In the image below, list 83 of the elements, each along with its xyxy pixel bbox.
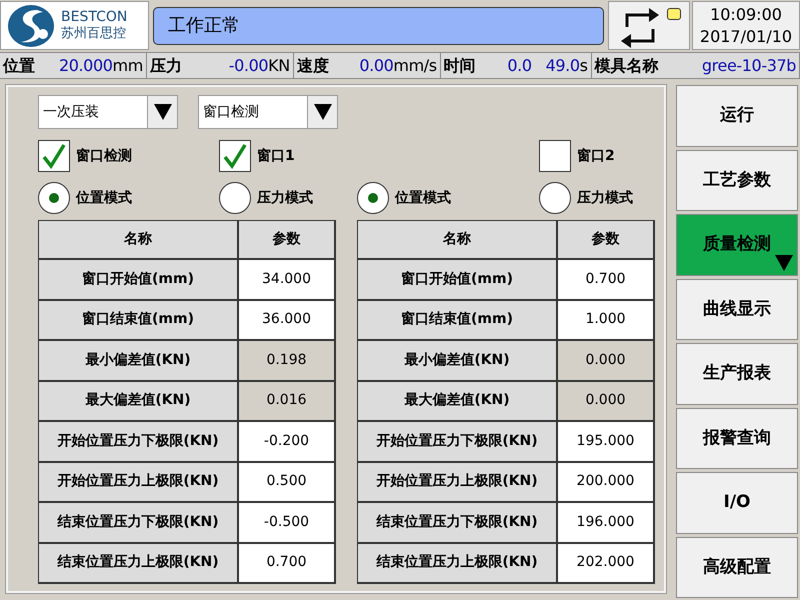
nav-button[interactable]: 高级配置 bbox=[676, 536, 798, 598]
clock-date: 2017/01/10 bbox=[700, 26, 792, 48]
parameter-value[interactable]: -0.200 bbox=[239, 422, 336, 462]
indicator-light-icon bbox=[667, 8, 681, 20]
parameter-value[interactable]: 195.000 bbox=[558, 422, 655, 462]
radio-label: 压力模式 bbox=[257, 188, 313, 208]
parameter-value: 0.198 bbox=[239, 341, 336, 382]
parameter-value[interactable]: 34.000 bbox=[239, 260, 336, 300]
nav-button[interactable]: 生产报表 bbox=[676, 343, 798, 404]
checkbox-label: 窗口2 bbox=[577, 146, 615, 166]
status-value: 20.000mm bbox=[58, 54, 143, 76]
parameter-value: 0.016 bbox=[239, 382, 336, 422]
parameter-value[interactable]: -0.500 bbox=[239, 503, 336, 544]
checkbox[interactable] bbox=[38, 140, 70, 172]
status-value: gree-10-37b bbox=[700, 54, 796, 76]
radio-button[interactable] bbox=[357, 182, 389, 214]
parameter-value[interactable]: 0.700 bbox=[558, 260, 655, 300]
status-label: 速度 bbox=[296, 54, 329, 76]
logo-icon bbox=[7, 4, 55, 48]
parameter-value[interactable]: 200.000 bbox=[558, 462, 655, 503]
status-message: 工作正常 bbox=[153, 6, 604, 44]
submenu-caret-icon bbox=[775, 254, 793, 270]
parameter-name: 结束位置压力上极限(KN) bbox=[358, 544, 558, 584]
radio-button[interactable] bbox=[219, 182, 251, 214]
radio-button[interactable] bbox=[539, 182, 571, 214]
status-value: 0.0 bbox=[506, 54, 532, 76]
nav-button[interactable]: 报警查询 bbox=[676, 408, 798, 469]
dropdown[interactable]: 一次压装 bbox=[38, 95, 178, 129]
nav-button[interactable]: 质量检测 bbox=[676, 214, 798, 276]
parameter-name: 结束位置压力下极限(KN) bbox=[358, 503, 558, 544]
nav-button[interactable]: 工艺参数 bbox=[676, 150, 798, 211]
parameter-value: 0.000 bbox=[558, 382, 655, 422]
status-label: 时间 bbox=[444, 54, 476, 76]
column-header: 参数 bbox=[239, 221, 336, 260]
parameter-name: 开始位置压力上极限(KN) bbox=[39, 462, 239, 503]
brand-subtitle: 苏州百思控 bbox=[61, 26, 127, 42]
parameter-name: 开始位置压力上极限(KN) bbox=[358, 462, 558, 503]
clock-time: 10:09:00 bbox=[710, 4, 782, 26]
checkmark-icon bbox=[42, 143, 66, 169]
checkbox-label: 窗口检测 bbox=[76, 146, 132, 166]
radio-label: 位置模式 bbox=[395, 188, 451, 208]
parameter-name: 最大偏差值(KN) bbox=[39, 382, 239, 422]
status-label: 模具名称 bbox=[594, 54, 659, 76]
parameter-name: 窗口结束值(mm) bbox=[358, 300, 558, 341]
parameter-name: 开始位置压力下极限(KN) bbox=[358, 422, 558, 462]
dropdown-caret-icon bbox=[154, 104, 172, 120]
dropdown[interactable]: 窗口检测 bbox=[198, 95, 338, 129]
radio-label: 位置模式 bbox=[76, 188, 132, 208]
nav-button[interactable]: 运行 bbox=[676, 85, 798, 146]
parameter-name: 最小偏差值(KN) bbox=[39, 341, 239, 382]
status-value: -0.00KN bbox=[228, 54, 290, 76]
parameter-name: 结束位置压力下极限(KN) bbox=[39, 503, 239, 544]
parameter-name: 窗口开始值(mm) bbox=[358, 260, 558, 300]
radio-label: 压力模式 bbox=[577, 188, 633, 208]
nav-button[interactable]: 曲线显示 bbox=[676, 278, 798, 340]
column-header: 名称 bbox=[358, 221, 558, 260]
checkbox[interactable] bbox=[219, 140, 251, 172]
parameter-name: 最小偏差值(KN) bbox=[358, 341, 558, 382]
status-label: 压力 bbox=[150, 54, 182, 76]
parameter-value[interactable]: 0.500 bbox=[239, 462, 336, 503]
status-label: 位置 bbox=[3, 54, 35, 76]
parameter-name: 窗口结束值(mm) bbox=[39, 300, 239, 341]
column-header: 参数 bbox=[558, 221, 655, 260]
dropdown-caret-icon bbox=[314, 104, 332, 120]
column-header: 名称 bbox=[39, 221, 239, 260]
parameter-value[interactable]: 1.000 bbox=[558, 300, 655, 341]
parameter-name: 窗口开始值(mm) bbox=[39, 260, 239, 300]
parameter-name: 结束位置压力上极限(KN) bbox=[39, 544, 239, 584]
parameter-name: 最大偏差值(KN) bbox=[358, 382, 558, 422]
parameter-value[interactable]: 36.000 bbox=[239, 300, 336, 341]
radio-button[interactable] bbox=[38, 182, 70, 214]
parameter-value[interactable]: 196.000 bbox=[558, 503, 655, 544]
parameter-value: 0.000 bbox=[558, 341, 655, 382]
checkmark-icon bbox=[223, 143, 247, 169]
parameter-value[interactable]: 202.000 bbox=[558, 544, 655, 584]
parameter-value[interactable]: 0.700 bbox=[239, 544, 336, 584]
checkbox-label: 窗口1 bbox=[257, 146, 295, 166]
nav-button[interactable]: I/O bbox=[676, 472, 798, 534]
parameter-name: 开始位置压力下极限(KN) bbox=[39, 422, 239, 462]
status-value: 0.00mm/s bbox=[358, 54, 437, 76]
status-value: 49.0s bbox=[544, 54, 588, 76]
brand-name: BESTCON bbox=[61, 8, 128, 26]
checkbox[interactable] bbox=[539, 140, 571, 172]
